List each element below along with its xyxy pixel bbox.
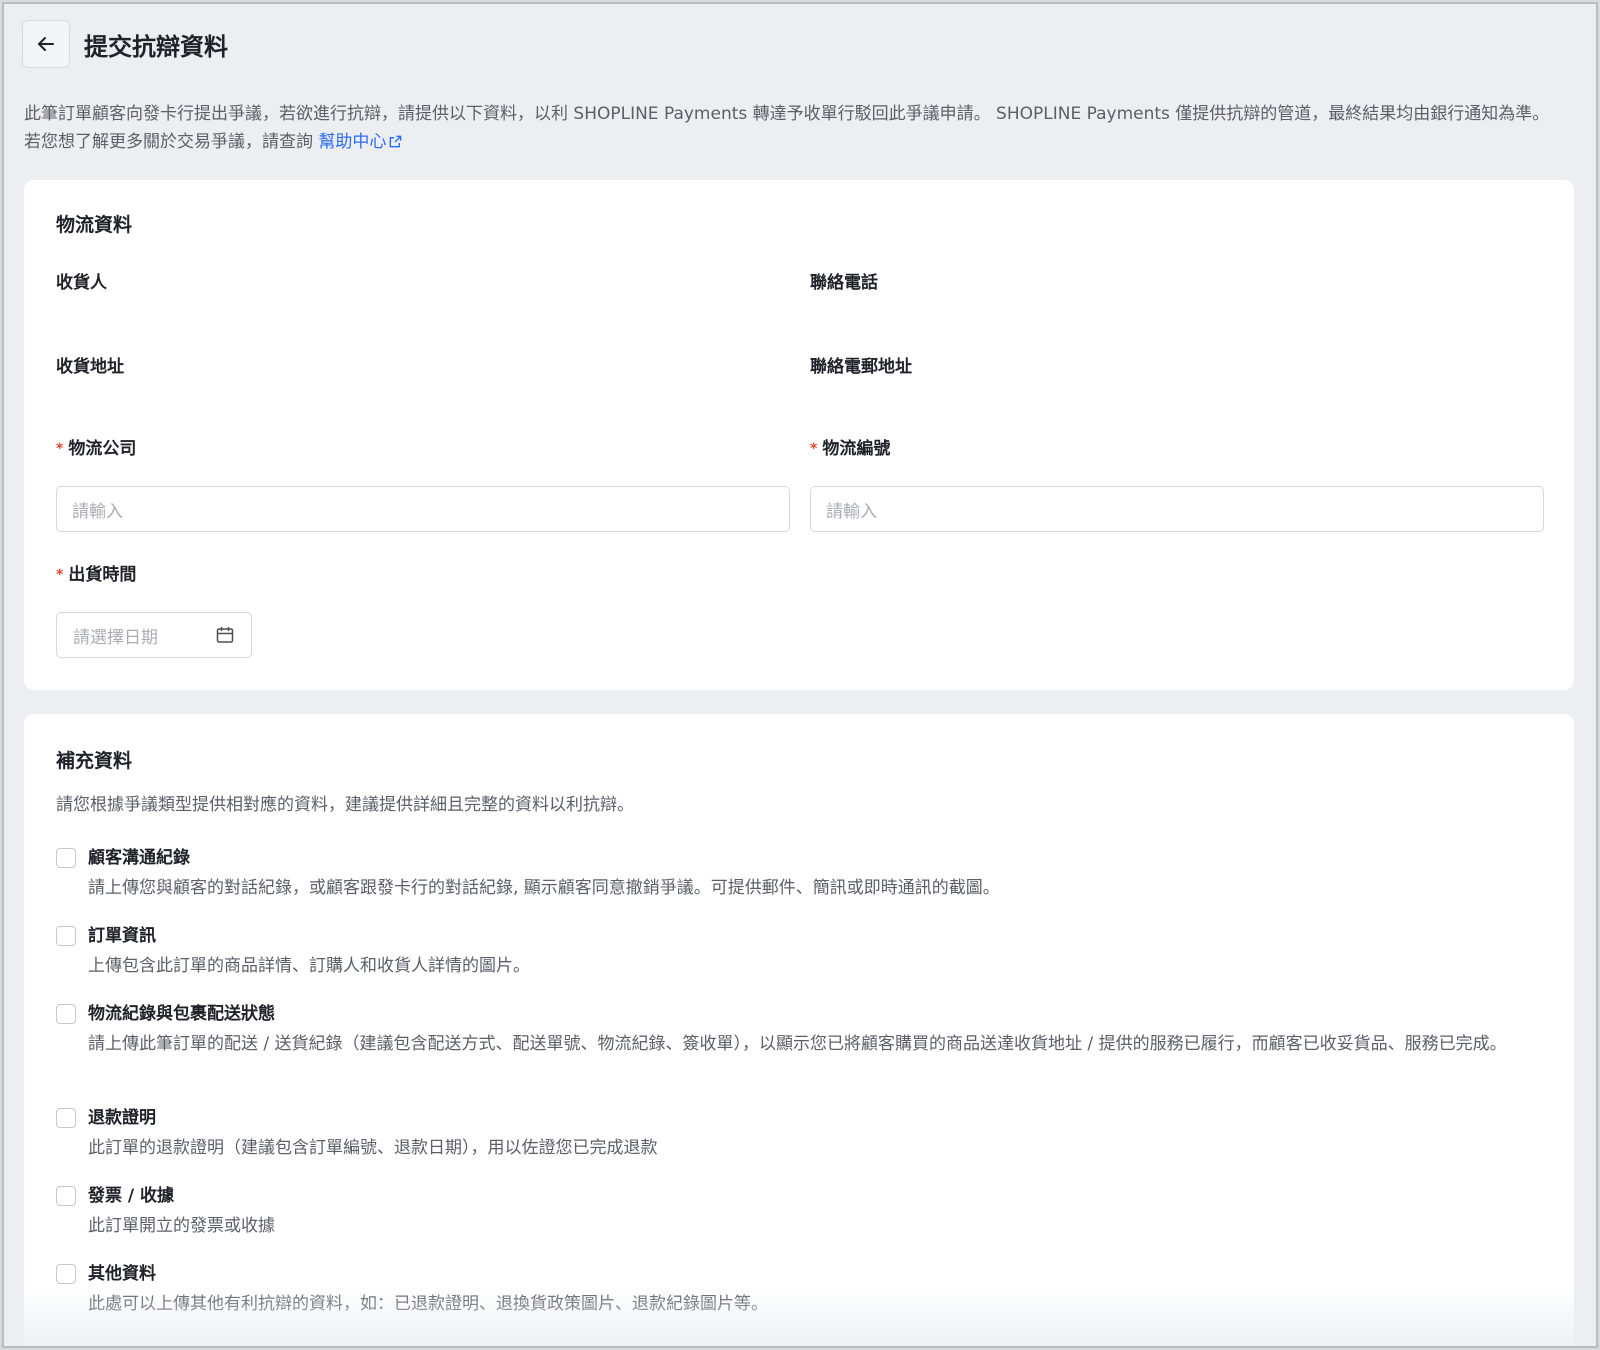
- required-mark: *: [56, 566, 64, 583]
- calendar-icon: [216, 627, 234, 643]
- option-description: 上傳包含此訂單的商品詳情、訂購人和收貨人詳情的圖片。: [88, 956, 530, 976]
- carrier-label: * 物流公司: [56, 434, 136, 459]
- back-button[interactable]: [22, 20, 70, 68]
- option-title: 訂單資訊: [88, 926, 156, 946]
- supplementary-title: 補充資料: [56, 750, 133, 772]
- checkbox[interactable]: [56, 926, 76, 946]
- page-header: 提交抗辯資料: [22, 20, 228, 68]
- option-description: 請上傳此筆訂單的配送 / 送貨紀錄（建議包含配送方式、配送單號、物流紀錄、簽收單…: [88, 1034, 1507, 1054]
- logistics-card: 物流資料 收貨人 聯絡電話 收貨地址 聯絡電郵地址 * 物流公司 * 物流編號 …: [24, 180, 1574, 690]
- help-center-link[interactable]: 幫助中心: [318, 132, 403, 152]
- option-title: 顧客溝通紀錄: [88, 848, 190, 868]
- ship-date-placeholder: 請選擇日期: [73, 627, 158, 648]
- tracking-input-placeholder: 請輸入: [826, 501, 877, 522]
- recipient-label: 收貨人: [56, 273, 107, 293]
- carrier-input[interactable]: 請輸入: [56, 486, 790, 532]
- ship-time-label-text: 出貨時間: [68, 565, 137, 585]
- ship-time-label: * 出貨時間: [56, 560, 136, 585]
- option-other: 其他資料 此處可以上傳其他有利抗辯的資料，如：已退款證明、退換貨政策圖片、退款紀…: [56, 1262, 1526, 1317]
- phone-label: 聯絡電話: [810, 273, 878, 293]
- supplementary-card: 補充資料 請您根據爭議類型提供相對應的資料，建議提供詳細且完整的資料以利抗辯。 …: [24, 714, 1574, 1346]
- arrow-left-icon: [38, 37, 54, 51]
- intro-body: 此筆訂單顧客向發卡行提出爭議，若欲進行抗辯，請提供以下資料，以利 SHOPLIN…: [24, 104, 1550, 152]
- checkbox[interactable]: [56, 1108, 76, 1128]
- tracking-number-input[interactable]: 請輸入: [810, 486, 1544, 532]
- intro-text: 此筆訂單顧客向發卡行提出爭議，若欲進行抗辯，請提供以下資料，以利 SHOPLIN…: [24, 100, 1564, 156]
- page-title: 提交抗辯資料: [84, 32, 228, 61]
- checkbox[interactable]: [56, 1004, 76, 1024]
- option-description: 此訂單開立的發票或收據: [88, 1216, 275, 1236]
- required-mark: *: [810, 440, 818, 457]
- option-order-info: 訂單資訊 上傳包含此訂單的商品詳情、訂購人和收貨人詳情的圖片。: [56, 924, 1526, 979]
- tracking-label: * 物流編號: [810, 434, 890, 459]
- option-refund-proof: 退款證明 此訂單的退款證明（建議包含訂單編號、退款日期），用以佐證您已完成退款: [56, 1106, 1526, 1161]
- checkbox[interactable]: [56, 848, 76, 868]
- carrier-label-text: 物流公司: [68, 439, 137, 459]
- checkbox[interactable]: [56, 1264, 76, 1284]
- required-mark: *: [56, 440, 64, 457]
- ship-date-picker[interactable]: 請選擇日期: [56, 612, 252, 658]
- option-invoice: 發票 / 收據 此訂單開立的發票或收據: [56, 1184, 1526, 1239]
- supplementary-description: 請您根據爭議類型提供相對應的資料，建議提供詳細且完整的資料以利抗辯。: [56, 795, 634, 815]
- option-title: 其他資料: [88, 1264, 156, 1284]
- tracking-label-text: 物流編號: [822, 439, 891, 459]
- option-description: 此訂單的退款證明（建議包含訂單編號、退款日期），用以佐證您已完成退款: [88, 1138, 658, 1158]
- email-label: 聯絡電郵地址: [810, 357, 912, 377]
- help-center-link-label: 幫助中心: [318, 132, 387, 152]
- address-label: 收貨地址: [56, 357, 124, 377]
- external-link-icon: [390, 135, 402, 148]
- option-customer-communication: 顧客溝通紀錄 請上傳您與顧客的對話紀錄，或顧客跟發卡行的對話紀錄, 顯示顧客同意…: [56, 846, 1526, 901]
- option-description: 請上傳您與顧客的對話紀錄，或顧客跟發卡行的對話紀錄, 顯示顧客同意撤銷爭議。可提…: [88, 878, 1000, 898]
- option-description: 此處可以上傳其他有利抗辯的資料，如：已退款證明、退換貨政策圖片、退款紀錄圖片等。: [88, 1294, 768, 1314]
- logistics-title: 物流資料: [56, 214, 133, 236]
- option-logistics-record: 物流紀錄與包裹配送狀態 請上傳此筆訂單的配送 / 送貨紀錄（建議包含配送方式、配…: [56, 1002, 1526, 1057]
- carrier-input-placeholder: 請輸入: [72, 501, 123, 522]
- checkbox[interactable]: [56, 1186, 76, 1206]
- page-frame: 提交抗辯資料 此筆訂單顧客向發卡行提出爭議，若欲進行抗辯，請提供以下資料，以利 …: [2, 2, 1598, 1348]
- option-title: 物流紀錄與包裹配送狀態: [88, 1004, 275, 1024]
- option-title: 發票 / 收據: [88, 1186, 175, 1206]
- option-title: 退款證明: [88, 1108, 156, 1128]
